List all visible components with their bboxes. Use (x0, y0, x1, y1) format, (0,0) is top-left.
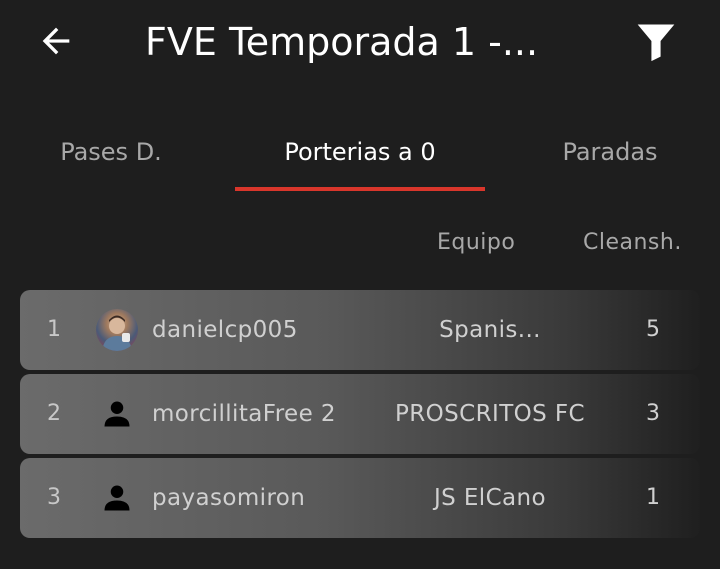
table-row[interactable]: 2 morcillitaFree 2 PROSCRITOS FC 3 (20, 374, 700, 454)
table-row[interactable]: 3 payasomiron JS ElCano 1 (20, 458, 700, 538)
page-title: FVE Temporada 1 -... (145, 20, 539, 64)
person-icon (104, 401, 130, 427)
column-header-team[interactable]: Equipo (437, 222, 515, 264)
tab-porterias[interactable]: Porterias a 0 (235, 112, 485, 192)
avatar (96, 393, 138, 435)
player-name: payasomiron (152, 485, 306, 511)
cleansheets-value: 3 (646, 401, 660, 426)
avatar-photo-icon (102, 315, 132, 351)
table-row[interactable]: 1 danielcp005 Spanis... 5 (20, 290, 700, 370)
person-icon (104, 485, 130, 511)
active-tab-indicator (235, 187, 485, 191)
cleansheets-value: 5 (646, 317, 660, 342)
filter-button[interactable] (628, 16, 684, 66)
row-rank: 1 (47, 317, 61, 342)
row-rank: 3 (47, 485, 61, 510)
player-name: danielcp005 (152, 317, 298, 343)
tab-paradas[interactable]: Paradas (500, 112, 720, 192)
column-headers: Equipo Cleansh. (0, 222, 720, 264)
avatar (96, 477, 138, 519)
player-name: morcillitaFree 2 (152, 401, 336, 427)
app-header: FVE Temporada 1 -... (0, 0, 720, 90)
team-name: Spanis... (439, 317, 541, 343)
back-button[interactable] (28, 18, 84, 64)
cleansheets-value: 1 (646, 485, 660, 510)
avatar (96, 309, 138, 351)
team-name: PROSCRITOS FC (395, 401, 585, 427)
filter-funnel-icon (637, 24, 675, 62)
tab-pases[interactable]: Pases D. (0, 112, 222, 192)
row-rank: 2 (47, 401, 61, 426)
arrow-left-icon (42, 27, 70, 55)
column-header-cleansheets[interactable]: Cleansh. (583, 222, 682, 264)
stats-tabs: Pases D. Porterias a 0 Paradas (0, 112, 720, 194)
team-name: JS ElCano (433, 485, 547, 511)
app-root: FVE Temporada 1 -... Pases D. Porterias … (0, 0, 720, 569)
